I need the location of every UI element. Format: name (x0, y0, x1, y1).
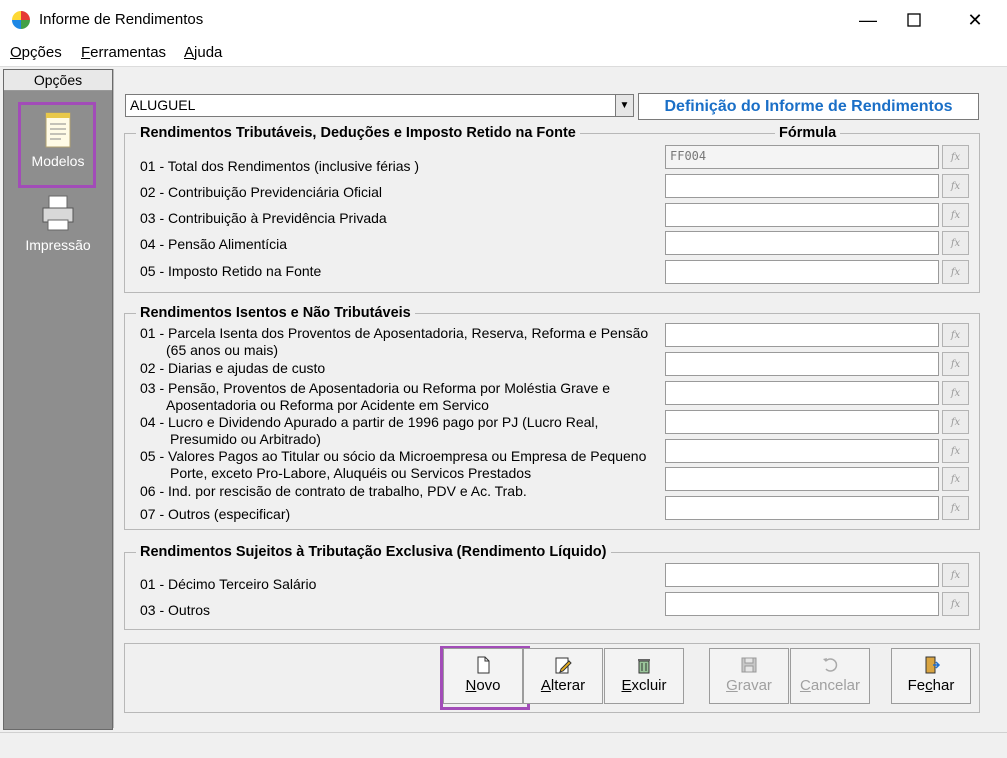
gravar-button[interactable]: Gravar (709, 648, 789, 704)
sidebar-item-modelos[interactable]: Modelos (4, 110, 112, 169)
edit-icon (555, 657, 572, 674)
formula-field[interactable] (665, 323, 939, 347)
row-label: 05 - Imposto Retido na Fonte (140, 263, 322, 279)
menu-ajuda[interactable]: Ajuda (184, 44, 222, 61)
row-label: 05 - Valores Pagos ao Titular ou sócio d… (140, 448, 647, 481)
alterar-button[interactable]: Alterar (523, 648, 603, 704)
trash-icon (638, 659, 650, 674)
undo-icon (823, 658, 838, 672)
fx-button[interactable]: fx (942, 496, 969, 520)
printer-icon (42, 195, 74, 231)
row-label: 01 - Décimo Terceiro Salário (140, 576, 317, 592)
close-button[interactable]: ✕ (952, 0, 998, 40)
row-label: 03 - Contribuição à Previdência Privada (140, 210, 387, 226)
fx-button[interactable]: fx (942, 439, 969, 463)
formula-field[interactable] (665, 381, 939, 405)
maximize-icon (907, 13, 921, 27)
formula-field[interactable] (665, 496, 939, 520)
sidebar-item-label: Impressão (25, 237, 91, 253)
fx-button[interactable]: fx (942, 563, 969, 587)
exempt-income-title: Rendimentos Isentos e Não Tributáveis (136, 305, 415, 321)
fx-button[interactable]: fx (942, 145, 969, 169)
formula-field[interactable] (665, 260, 939, 284)
title-bar: Informe de Rendimentos — ✕ (0, 0, 1007, 40)
fx-button[interactable]: fx (942, 260, 969, 284)
model-select-value: ALUGUEL (130, 97, 196, 113)
row-label: 02 - Contribuição Previdenciária Oficial (140, 184, 382, 200)
fx-button[interactable]: fx (942, 352, 969, 376)
formula-field[interactable] (665, 467, 939, 491)
sidebar: Opções Modelos Impressão (3, 69, 113, 730)
window-title: Informe de Rendimentos (39, 11, 204, 28)
cancelar-button[interactable]: Cancelar (790, 648, 870, 704)
document-icon (45, 112, 71, 148)
fx-button[interactable]: fx (942, 381, 969, 405)
menu-bar: Opções Ferramentas Ajuda (0, 40, 1007, 67)
formula-field[interactable] (665, 174, 939, 198)
row-label: 02 - Diarias e ajudas de custo (140, 360, 326, 376)
row-label: 06 - Ind. por rescisão de contrato de tr… (140, 483, 527, 499)
row-label: 03 - Pensão, Proventos de Aposentadoria … (140, 380, 611, 413)
minimize-button[interactable]: — (845, 0, 891, 40)
row-label: 07 - Outros (especificar) (140, 506, 291, 522)
sidebar-item-label: Modelos (31, 153, 85, 169)
excluir-button[interactable]: Excluir (604, 648, 684, 704)
fx-button[interactable]: fx (942, 231, 969, 255)
maximize-button[interactable] (891, 0, 937, 40)
model-select[interactable]: ALUGUEL ▼ (125, 94, 634, 117)
fx-button[interactable]: fx (942, 323, 969, 347)
status-bar (0, 732, 1007, 758)
taxable-income-title: Rendimentos Tributáveis, Deduções e Impo… (136, 125, 580, 141)
save-icon (741, 657, 757, 673)
fechar-button[interactable]: Fechar (891, 648, 971, 704)
formula-field[interactable] (665, 592, 939, 616)
formula-field[interactable] (665, 563, 939, 587)
row-label: 03 - Outros (140, 602, 211, 618)
novo-button[interactable]: Novo (443, 648, 523, 704)
formula-field[interactable] (665, 203, 939, 227)
definition-title: Definição do Informe de Rendimentos (638, 93, 979, 120)
chevron-down-icon[interactable]: ▼ (615, 95, 633, 116)
row-label: 04 - Pensão Alimentícia (140, 236, 288, 252)
fx-button[interactable]: fx (942, 410, 969, 434)
menu-opcoes[interactable]: Opções (10, 44, 62, 61)
row-label: 01 - Parcela Isenta dos Proventos de Apo… (140, 325, 649, 358)
fx-button[interactable]: fx (942, 592, 969, 616)
formula-field[interactable] (665, 410, 939, 434)
exclusive-tax-title: Rendimentos Sujeitos à Tributação Exclus… (136, 544, 611, 560)
formula-field[interactable] (665, 352, 939, 376)
row-label: 01 - Total dos Rendimentos (inclusive fé… (140, 158, 420, 174)
exit-door-icon (925, 656, 941, 674)
sidebar-item-impressao[interactable]: Impressão (4, 194, 112, 253)
app-icon (12, 11, 30, 29)
formula-header: Fórmula (775, 125, 841, 141)
fx-button[interactable]: fx (942, 174, 969, 198)
formula-field[interactable]: FF004 (665, 145, 939, 169)
new-document-icon (477, 656, 490, 674)
formula-field[interactable] (665, 231, 939, 255)
sidebar-header: Opções (4, 70, 112, 91)
formula-field[interactable] (665, 439, 939, 463)
fx-button[interactable]: fx (942, 467, 969, 491)
fx-button[interactable]: fx (942, 203, 969, 227)
menu-ferramentas[interactable]: Ferramentas (81, 44, 166, 61)
row-label: 04 - Lucro e Dividendo Apurado a partir … (140, 414, 599, 447)
